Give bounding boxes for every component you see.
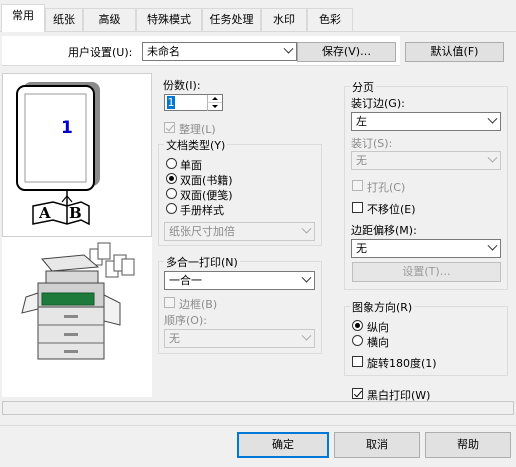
margin-shift-value: 无 — [356, 242, 367, 255]
spin-down-icon[interactable] — [207, 103, 222, 111]
margin-shift-select[interactable]: 无 — [351, 239, 501, 258]
staple-value: 无 — [356, 154, 367, 167]
bw-print-checkbox[interactable] — [352, 388, 363, 399]
radio-duplex-tablet[interactable] — [166, 188, 177, 199]
tab-bar: 常用 纸张 高级 特殊模式 任务处理 水印 色彩 — [0, 0, 516, 32]
order-label: 顺序(O): — [164, 314, 207, 327]
chevron-down-icon — [301, 330, 312, 341]
chevron-down-icon — [487, 240, 498, 251]
staple-label: 装订(S): — [351, 137, 393, 150]
preview-page-number: 1 — [61, 118, 73, 138]
order-select[interactable]: 无 — [164, 329, 315, 348]
tab-color[interactable]: 色彩 — [307, 8, 353, 31]
paper-size-double-value: 纸张尺寸加倍 — [169, 225, 235, 238]
tab-advanced[interactable]: 高级 — [83, 8, 136, 31]
document-type-label: 文档类型(Y) — [164, 137, 228, 153]
print-preview: 1 A B — [2, 73, 152, 237]
radio-landscape[interactable] — [352, 335, 363, 346]
punch-label: 打孔(C) — [367, 181, 406, 194]
cancel-button[interactable]: 取消 — [334, 432, 420, 458]
option-duplex-tablet: 双面(便笺) — [180, 189, 233, 202]
portrait-label: 纵向 — [367, 321, 389, 334]
preview-book-left: A — [39, 204, 51, 222]
binding-edge-select[interactable]: 左 — [351, 112, 501, 131]
border-label: 边框(B) — [179, 298, 218, 311]
tab-divider — [0, 31, 516, 32]
printer-illustration — [2, 237, 152, 397]
option-single-sided: 单面 — [180, 159, 202, 172]
rotate-180-label: 旋转180度(1) — [367, 357, 437, 370]
status-bar — [2, 401, 514, 415]
chevron-down-icon — [301, 223, 312, 234]
save-button[interactable]: 保存(V)… — [297, 42, 396, 62]
tab-general[interactable]: 常用 — [1, 4, 45, 32]
copies-spinner[interactable]: 1 — [164, 94, 223, 111]
no-offset-label: 不移位(E) — [367, 203, 416, 216]
chevron-down-icon — [487, 113, 498, 124]
tab-watermark[interactable]: 水印 — [261, 8, 307, 31]
margin-shift-label: 边距偏移(M): — [351, 224, 417, 237]
printer-icon — [21, 242, 135, 360]
orientation-label: 图象方向(R) — [350, 299, 415, 315]
radio-duplex-book[interactable] — [166, 173, 177, 184]
preview-book-right: B — [69, 204, 82, 222]
binding-edge-value: 左 — [356, 115, 367, 128]
staple-select[interactable]: 无 — [351, 151, 501, 170]
radio-portrait[interactable] — [352, 320, 363, 331]
tab-paper[interactable]: 纸张 — [45, 8, 83, 31]
user-settings-select[interactable]: 未命名 — [142, 42, 297, 61]
copies-value[interactable]: 1 — [167, 96, 175, 109]
rotate-180-checkbox[interactable] — [352, 356, 363, 367]
chevron-down-icon — [487, 152, 498, 163]
help-button[interactable]: 帮助 — [425, 432, 511, 458]
radio-single-sided[interactable] — [166, 158, 177, 169]
tab-special-modes[interactable]: 特殊模式 — [136, 8, 202, 31]
landscape-label: 横向 — [367, 336, 389, 349]
border-checkbox[interactable] — [164, 297, 175, 308]
collate-checkbox[interactable] — [164, 122, 175, 133]
punch-checkbox[interactable] — [352, 180, 363, 191]
n-up-label: 多合一打印(N) — [164, 254, 240, 270]
option-duplex-book: 双面(书籍) — [180, 174, 233, 187]
radio-booklet[interactable] — [166, 203, 177, 214]
paper-size-double-select[interactable]: 纸张尺寸加倍 — [164, 222, 315, 241]
no-offset-checkbox[interactable] — [352, 202, 363, 213]
n-up-select[interactable]: 一合一 — [164, 271, 315, 290]
user-settings-label: 用户设置(U): — [68, 46, 133, 59]
n-up-value: 一合一 — [169, 274, 202, 287]
pagination-label: 分页 — [350, 79, 376, 95]
chevron-down-icon — [301, 272, 312, 283]
user-settings-value: 未命名 — [147, 45, 180, 58]
settings-button[interactable]: 设置(T)… — [352, 262, 501, 282]
order-value: 无 — [169, 332, 180, 345]
copies-label: 份数(I): — [163, 79, 201, 92]
ok-button[interactable]: 确定 — [237, 432, 329, 458]
spin-up-icon[interactable] — [207, 95, 222, 103]
tab-job-handling[interactable]: 任务处理 — [202, 8, 261, 31]
collate-label: 整理(L) — [179, 123, 216, 136]
binding-edge-label: 装订边(G): — [351, 97, 405, 110]
default-button[interactable]: 默认值(F) — [405, 42, 504, 62]
option-booklet: 手册样式 — [180, 204, 224, 217]
chevron-down-icon — [283, 43, 294, 54]
